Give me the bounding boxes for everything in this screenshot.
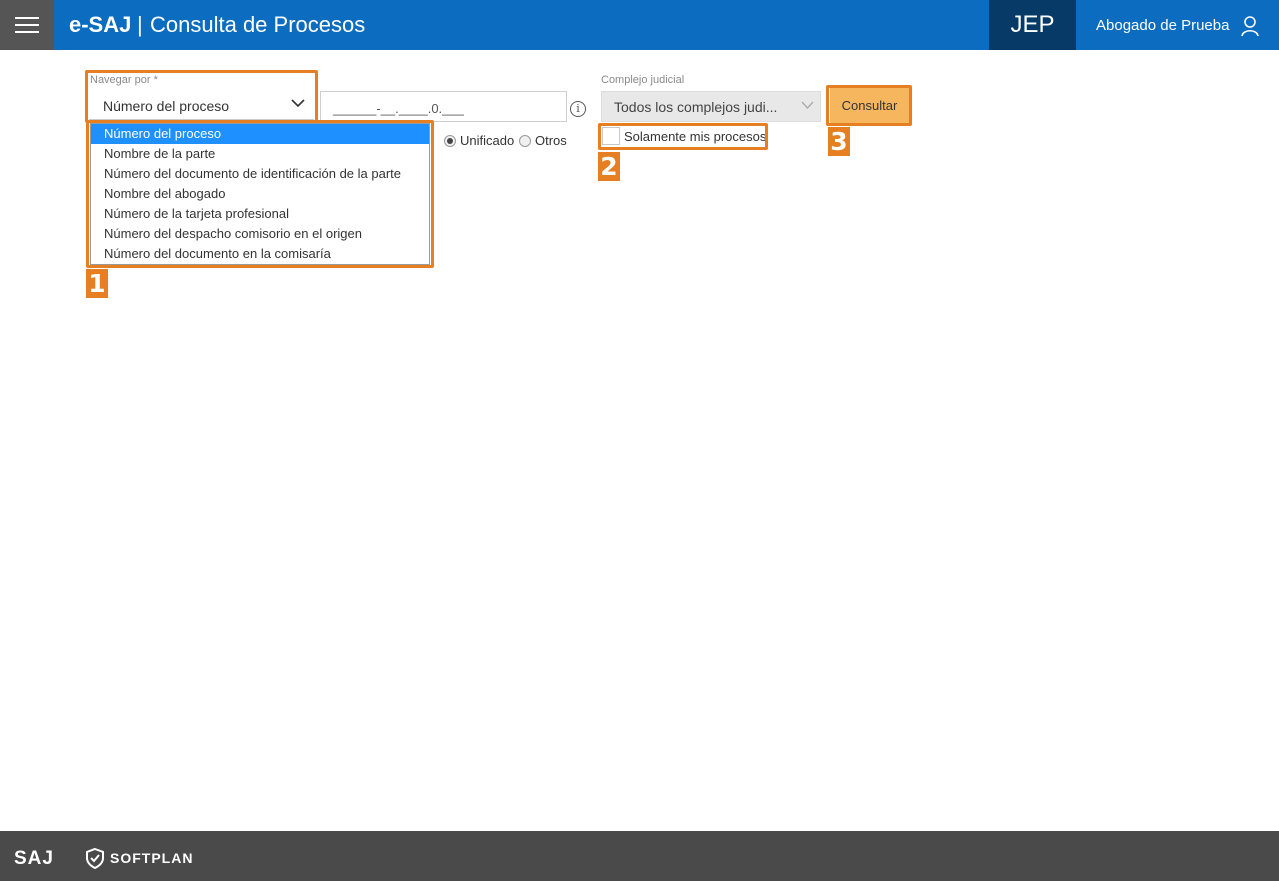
dropdown-option-professional-card[interactable]: Número de la tarjeta profesional	[91, 204, 429, 224]
annotation-badge-2: 2	[598, 152, 620, 181]
search-button[interactable]: Consultar	[830, 88, 909, 123]
dropdown-option-party-id-document[interactable]: Número del documento de identificación d…	[91, 164, 429, 184]
saj-logo: SAJ	[14, 848, 54, 869]
brand-logo: e-SAJ	[69, 12, 132, 37]
softplan-logo-text: SOFTPLAN	[110, 850, 194, 866]
navigate-by-dropdown-list: Número del proceso Nombre de la parte Nú…	[90, 123, 430, 265]
dropdown-option-party-name[interactable]: Nombre de la parte	[91, 144, 429, 164]
user-name[interactable]: Abogado de Prueba	[1096, 17, 1229, 34]
radio-unified-label[interactable]: Unificado	[460, 133, 514, 148]
only-my-processes-checkbox[interactable]	[602, 127, 620, 145]
navigate-by-select[interactable]: Número del proceso	[89, 91, 314, 120]
annotation-badge-3: 3	[828, 127, 850, 156]
user-icon[interactable]	[1240, 15, 1260, 37]
chevron-down-icon[interactable]	[801, 101, 814, 110]
dropdown-option-lawyer-name[interactable]: Nombre del abogado	[91, 184, 429, 204]
dropdown-option-origin-dispatch[interactable]: Número del despacho comisorio en el orig…	[91, 224, 429, 244]
dropdown-option-police-station-document[interactable]: Número del documento en la comisaría	[91, 244, 429, 264]
title-separator: |	[137, 12, 143, 37]
court-badge[interactable]: JEP	[989, 0, 1076, 50]
info-icon[interactable]: i	[570, 101, 586, 117]
radio-unified[interactable]	[444, 135, 456, 147]
radio-other-label[interactable]: Otros	[535, 133, 567, 148]
softplan-logo-icon	[86, 847, 104, 869]
annotation-badge-1: 1	[86, 269, 108, 298]
navigate-by-label: Navegar por *	[90, 74, 158, 86]
dropdown-option-process-number[interactable]: Número del proceso	[91, 124, 429, 144]
radio-other[interactable]	[519, 135, 531, 147]
complex-select[interactable]: Todos los complejos judi...	[601, 91, 821, 122]
hamburger-menu-icon[interactable]	[0, 0, 54, 50]
process-number-input[interactable]: ______-__.____.0.___	[320, 91, 567, 122]
complex-label: Complejo judicial	[601, 74, 685, 86]
only-my-processes-label[interactable]: Solamente mis procesos	[624, 129, 766, 144]
chevron-down-icon[interactable]	[291, 98, 305, 108]
page-title: Consulta de Procesos	[150, 12, 366, 37]
